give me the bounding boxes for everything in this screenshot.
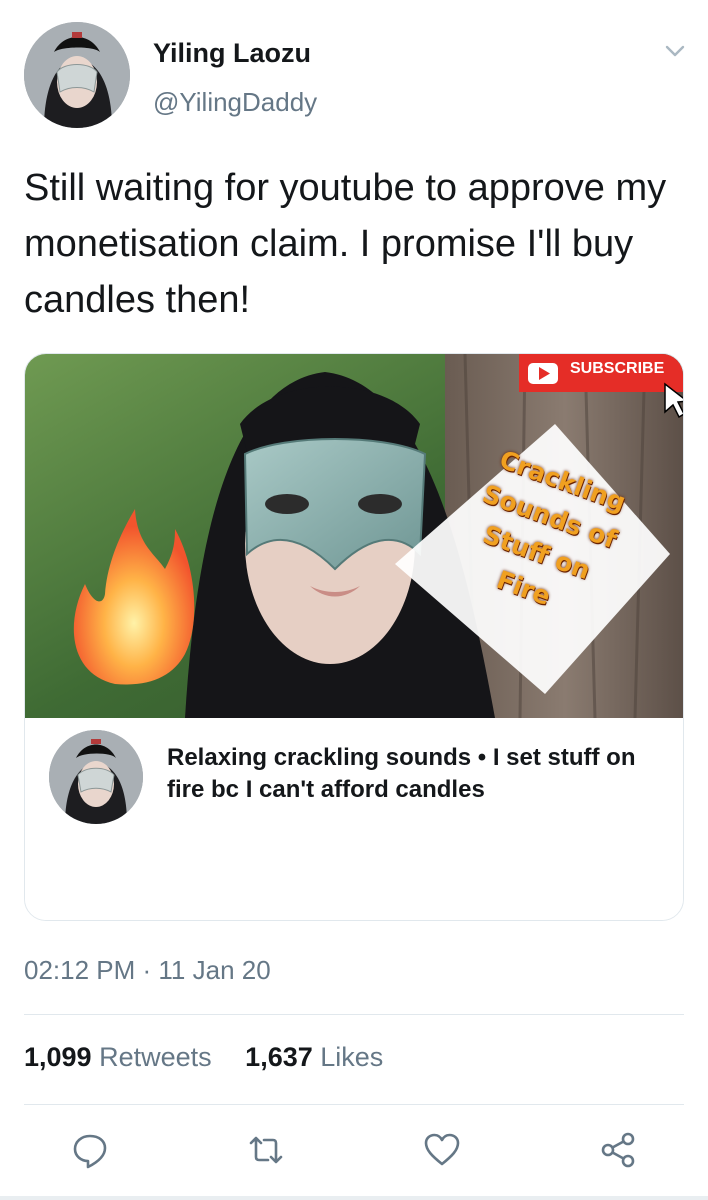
card-title[interactable]: Relaxing crackling sounds • I set stuff … <box>167 742 647 806</box>
likes-label: Likes <box>320 1042 384 1072</box>
retweet-icon[interactable] <box>246 1130 286 1170</box>
action-bar <box>0 1130 708 1170</box>
share-icon[interactable] <box>598 1130 638 1170</box>
reply-icon[interactable] <box>70 1130 110 1170</box>
subscribe-button[interactable]: SUBSCRIBE <box>570 360 664 378</box>
link-card[interactable]: SUBSCRIBE Crackling Sounds of Stuff on F… <box>24 353 684 921</box>
author-handle[interactable]: @YilingDaddy <box>153 87 317 118</box>
tweet-stats: 1,099 Retweets 1,637 Likes <box>24 1042 409 1073</box>
likes-stat[interactable]: 1,637 Likes <box>245 1042 383 1072</box>
card-avatar <box>49 730 143 824</box>
subscribe-label: SUBSCRIBE <box>570 360 665 377</box>
likes-count: 1,637 <box>245 1042 313 1072</box>
divider <box>24 1104 684 1105</box>
retweets-count: 1,099 <box>24 1042 92 1072</box>
author-display-name[interactable]: Yiling Laozu <box>153 38 311 69</box>
divider <box>24 1014 684 1015</box>
retweets-label: Retweets <box>99 1042 212 1072</box>
heart-icon[interactable] <box>422 1130 462 1170</box>
bottom-border <box>0 1196 708 1200</box>
tweet-text: Still waiting for youtube to approve my … <box>24 167 667 321</box>
author-avatar[interactable] <box>24 22 130 128</box>
chevron-down-icon[interactable] <box>662 38 688 64</box>
retweets-stat[interactable]: 1,099 Retweets <box>24 1042 212 1072</box>
tweet-timestamp[interactable]: 02:12 PM · 11 Jan 20 <box>24 955 271 986</box>
